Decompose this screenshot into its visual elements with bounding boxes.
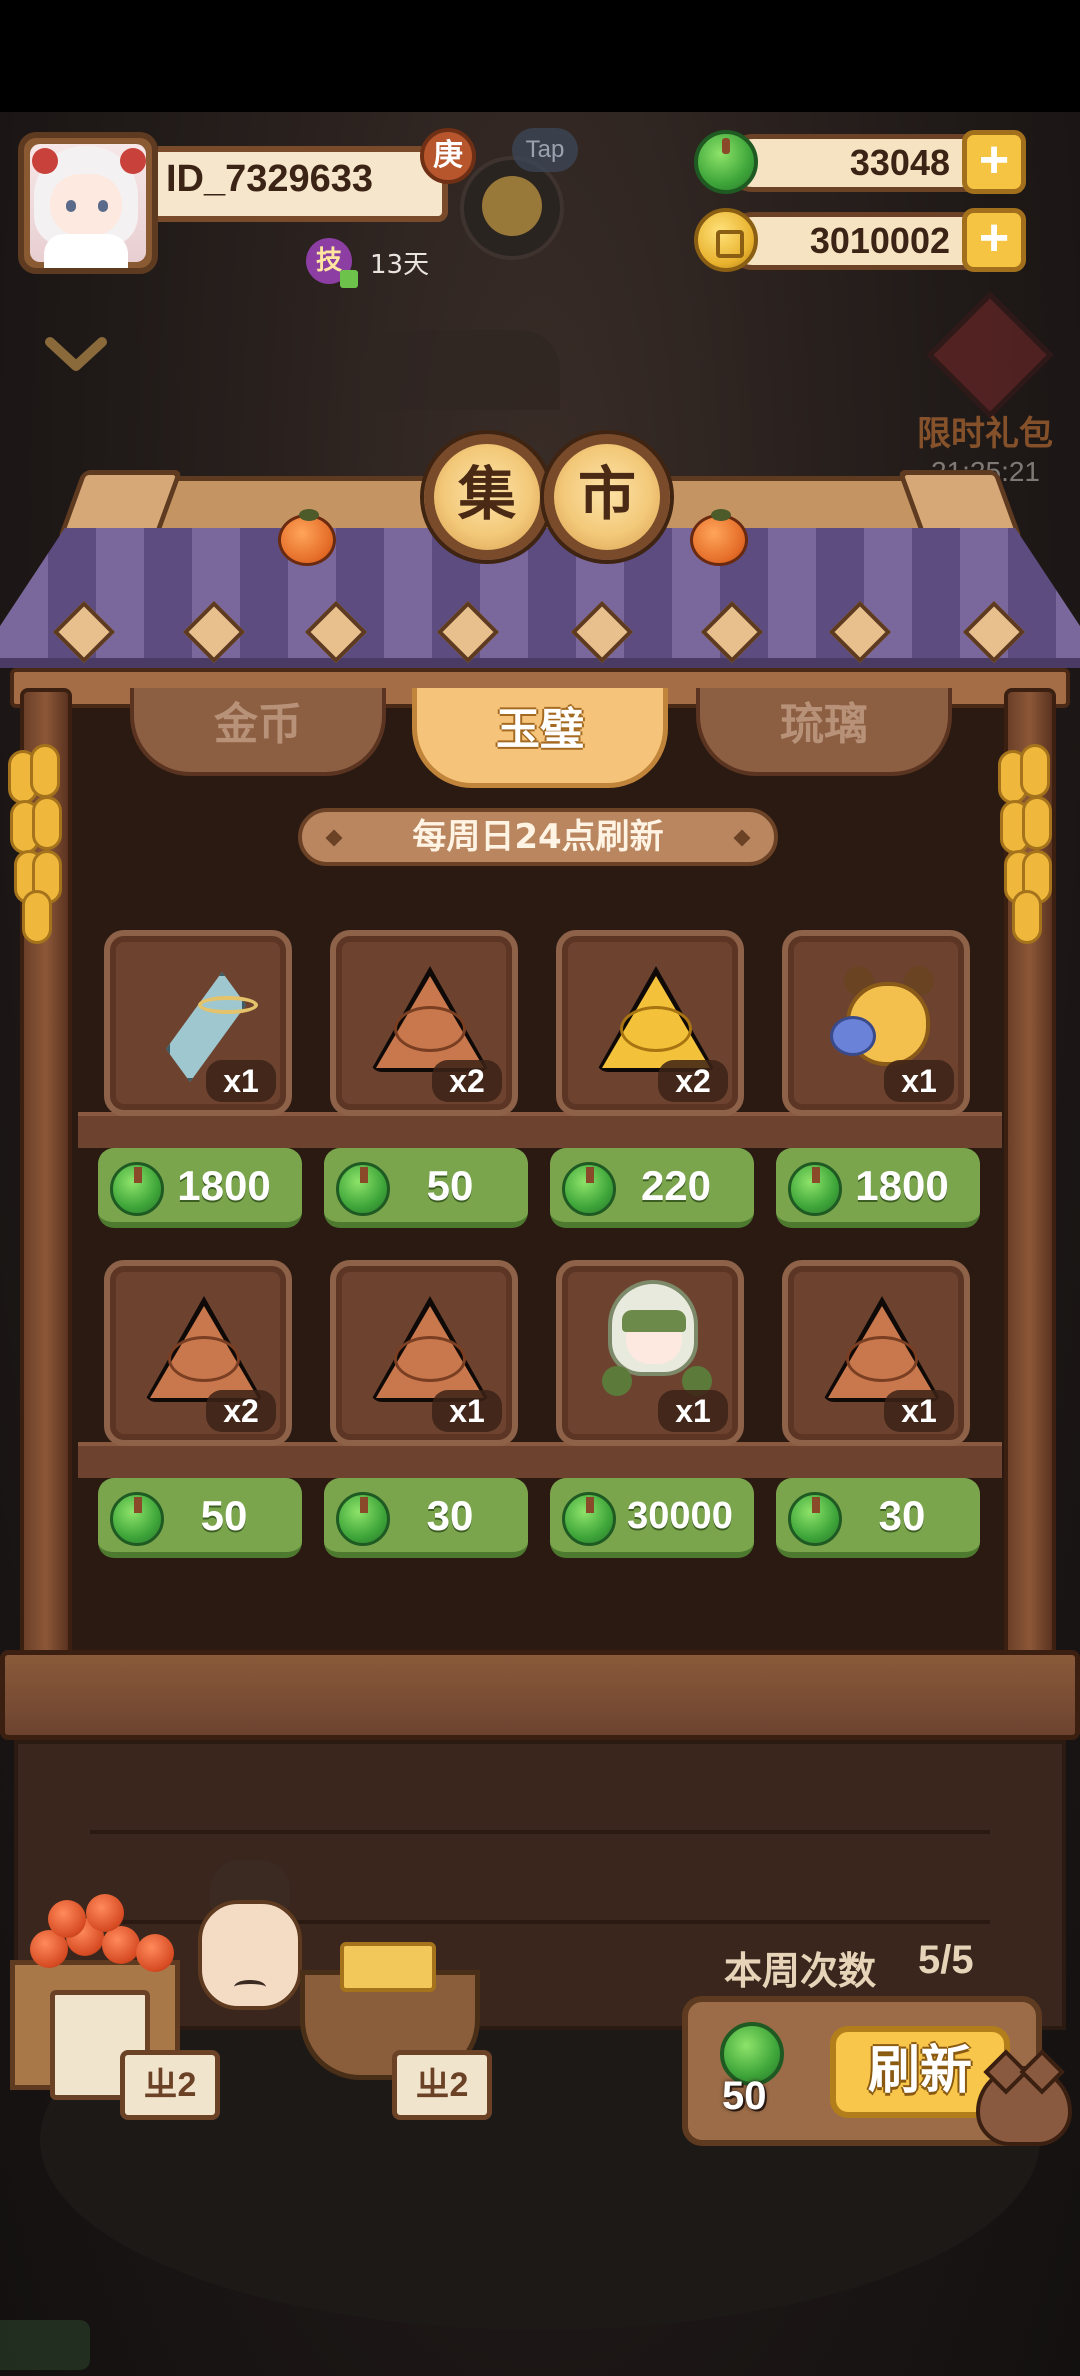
item-price: 1800 bbox=[177, 1162, 271, 1209]
add-jade-button[interactable]: + bbox=[962, 130, 1026, 194]
shop-item-slot[interactable]: x1 bbox=[782, 930, 970, 1116]
shelf bbox=[78, 1442, 1002, 1478]
item-count: x1 bbox=[206, 1060, 276, 1102]
item-price: 30 bbox=[878, 1492, 926, 1539]
shop-item-slot[interactable]: x1 bbox=[104, 930, 292, 1116]
limited-gift-pack[interactable]: 限时礼包 21:25:21 bbox=[905, 291, 1075, 490]
item-price-button[interactable]: 30000 bbox=[550, 1478, 754, 1558]
item-count: x2 bbox=[432, 1060, 502, 1102]
tab-glaze[interactable]: 琉璃 bbox=[696, 688, 952, 776]
refresh-cost: 50 bbox=[722, 2074, 767, 2118]
gift-box-icon bbox=[926, 291, 1054, 419]
item-count: x1 bbox=[432, 1390, 502, 1432]
status-bar bbox=[0, 0, 1080, 112]
item-price: 1800 bbox=[855, 1162, 949, 1209]
tab-jade[interactable]: 玉璧 bbox=[412, 688, 668, 788]
persimmon-icon bbox=[278, 509, 336, 566]
persimmon-icon bbox=[690, 509, 748, 566]
skill-label: 技 bbox=[315, 246, 342, 276]
vendor-price-sign-right: ㄓ2 bbox=[392, 2050, 492, 2120]
item-count: x1 bbox=[884, 1060, 954, 1102]
add-coin-button[interactable]: + bbox=[962, 208, 1026, 272]
weekly-count-label: 本周次数 bbox=[724, 1949, 877, 1993]
item-price: 30000 bbox=[627, 1495, 733, 1537]
item-price-button[interactable]: 30 bbox=[776, 1478, 980, 1558]
game-screen: ID_7329633 庚 Tap 技 13天 33048 + 3010002 +… bbox=[0, 0, 1080, 2376]
jade-icon bbox=[694, 130, 758, 194]
item-price: 50 bbox=[200, 1492, 248, 1539]
stall-counter bbox=[0, 1650, 1080, 1740]
jade-icon bbox=[788, 1162, 842, 1216]
skill-icon[interactable]: 技 bbox=[306, 238, 358, 288]
jade-icon bbox=[336, 1162, 390, 1216]
vendor-character[interactable] bbox=[180, 1860, 320, 2060]
days-counter: 13天 bbox=[370, 250, 430, 280]
item-count: x2 bbox=[658, 1060, 728, 1102]
stall-roof bbox=[0, 528, 1080, 668]
fruit-icon bbox=[86, 1894, 124, 1932]
item-count: x1 bbox=[658, 1390, 728, 1432]
shop-item-slot[interactable]: x2 bbox=[330, 930, 518, 1116]
jade-icon bbox=[562, 1162, 616, 1216]
jade-icon bbox=[336, 1492, 390, 1546]
item-price: 50 bbox=[426, 1162, 474, 1209]
item-price-button[interactable]: 50 bbox=[324, 1148, 528, 1228]
tofu-icon bbox=[340, 1942, 436, 1992]
coin-icon bbox=[694, 208, 758, 272]
shop-item-slot[interactable]: x1 bbox=[330, 1260, 518, 1446]
chevron-down-icon[interactable] bbox=[44, 334, 108, 374]
tap-hint: Tap bbox=[512, 128, 578, 172]
jade-icon bbox=[110, 1492, 164, 1546]
player-tag-badge[interactable]: 庚 bbox=[420, 128, 476, 184]
item-price-button[interactable]: 220 bbox=[550, 1148, 754, 1228]
player-avatar[interactable] bbox=[18, 132, 158, 274]
shop-item-slot[interactable]: x2 bbox=[104, 1260, 292, 1446]
refresh-notice-text: 每周日24点刷新 bbox=[412, 817, 664, 857]
weekly-count-value: 5/5 bbox=[918, 1938, 974, 1982]
cat-mascot-icon bbox=[976, 2066, 1072, 2146]
item-price-button[interactable]: 1800 bbox=[776, 1148, 980, 1228]
fruit-icon bbox=[136, 1934, 174, 1972]
fruit-icon bbox=[48, 1900, 86, 1938]
refresh-notice: 每周日24点刷新 bbox=[298, 808, 778, 866]
shelf bbox=[78, 1112, 1002, 1148]
dog-character-icon bbox=[830, 952, 934, 1070]
helper-face-icon bbox=[482, 176, 542, 236]
skill-up-icon bbox=[340, 270, 358, 288]
player-id: ID_7329633 bbox=[166, 158, 374, 200]
item-price-button[interactable]: 1800 bbox=[98, 1148, 302, 1228]
item-price-button[interactable]: 50 bbox=[98, 1478, 302, 1558]
item-count: x1 bbox=[884, 1390, 954, 1432]
coin-amount: 3010002 bbox=[809, 220, 950, 261]
shop-item-slot[interactable]: x1 bbox=[782, 1260, 970, 1446]
corn-decoration-left bbox=[6, 740, 64, 944]
vendor-scene: ㄓ2 ㄓ2 bbox=[0, 1860, 520, 2120]
shop-item-slot[interactable]: x2 bbox=[556, 930, 744, 1116]
item-price-button[interactable]: 30 bbox=[324, 1478, 528, 1558]
market-title-char-1: 集 bbox=[424, 434, 550, 560]
background-building bbox=[360, 330, 560, 410]
vendor-price-sign-left: ㄓ2 bbox=[120, 2050, 220, 2120]
jade-amount: 33048 bbox=[849, 142, 950, 183]
jade-icon bbox=[562, 1492, 616, 1546]
tab-gold-coins[interactable]: 金币 bbox=[130, 688, 386, 776]
corn-decoration-right bbox=[996, 740, 1054, 944]
gift-label: 限时礼包 bbox=[917, 414, 1053, 454]
jade-icon bbox=[110, 1162, 164, 1216]
shop-item-slot[interactable]: x1 bbox=[556, 1260, 744, 1446]
jade-icon bbox=[788, 1492, 842, 1546]
item-price: 30 bbox=[426, 1492, 474, 1539]
market-title-char-2: 市 bbox=[544, 434, 670, 560]
item-price: 220 bbox=[640, 1162, 712, 1209]
corner-widget[interactable] bbox=[0, 2320, 90, 2370]
item-count: x2 bbox=[206, 1390, 276, 1432]
